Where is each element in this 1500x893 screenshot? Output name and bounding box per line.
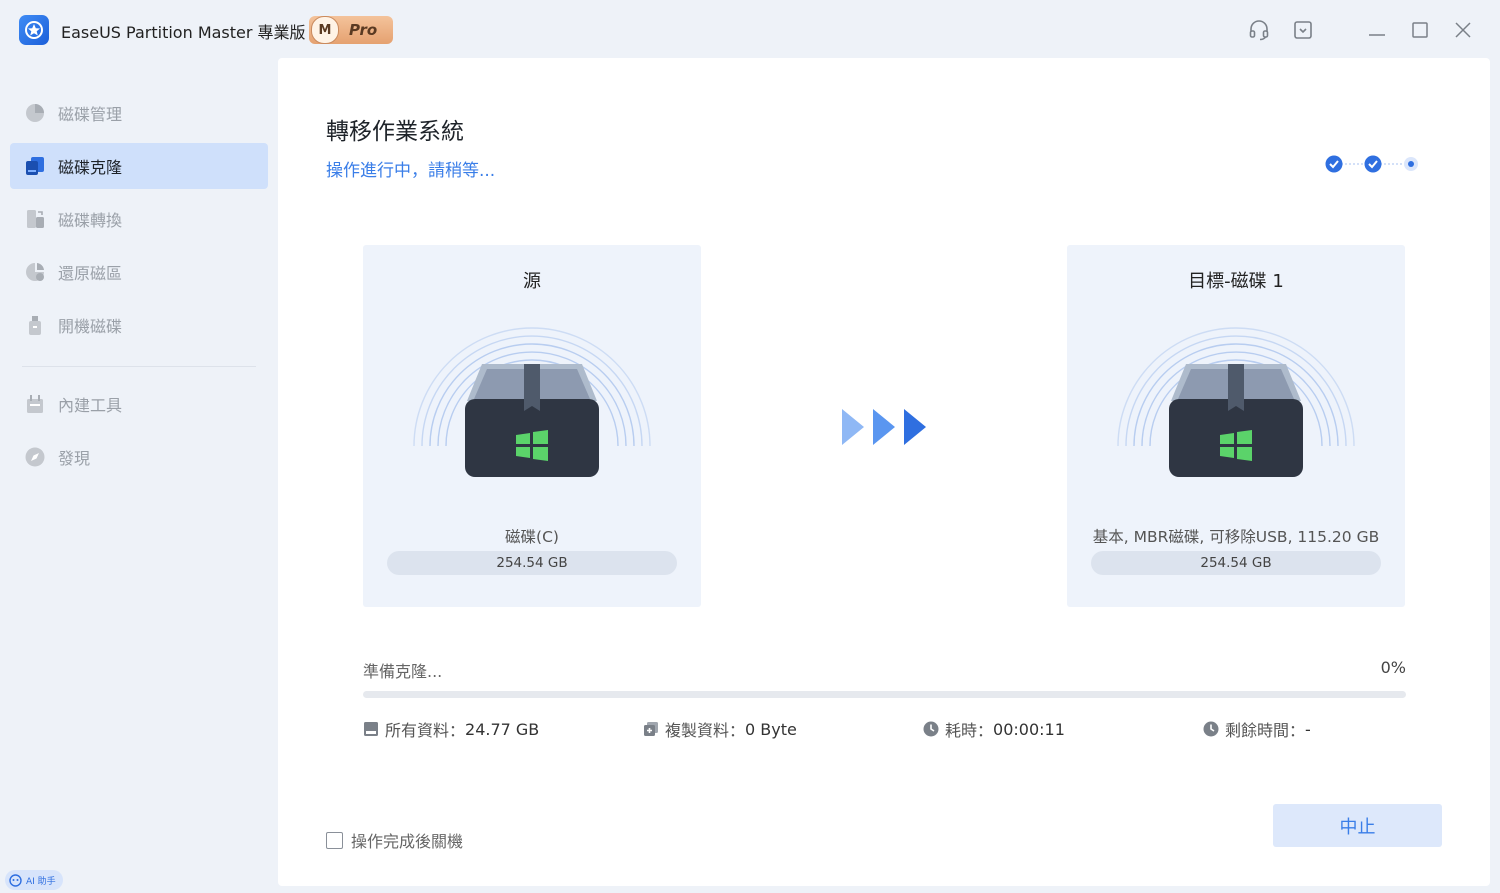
clock-icon bbox=[923, 721, 939, 737]
bootable-usb-icon bbox=[24, 314, 46, 336]
stat-label: 所有資料： bbox=[385, 721, 466, 740]
pie-chart-icon bbox=[24, 102, 46, 124]
sidebar-item-label: 開機磁碟 bbox=[58, 317, 123, 336]
target-disk-name: 基本, MBR磁碟, 可移除USB, 115.20 GB bbox=[1092, 528, 1380, 546]
sidebar-item-toolkit[interactable]: 內建工具 bbox=[10, 381, 268, 427]
title-bar: EaseUS Partition Master 專業版 M Pro bbox=[0, 0, 1500, 60]
stop-button[interactable]: 中止 bbox=[1273, 804, 1442, 847]
stat-copied-data: 複製資料： 0 Byte bbox=[643, 718, 797, 740]
sidebar-item-label: 磁碟克隆 bbox=[58, 158, 123, 177]
sidebar-item-partition-recovery[interactable]: 還原磁區 bbox=[10, 249, 268, 295]
sidebar-item-disk-convert[interactable]: 磁碟轉換 bbox=[10, 196, 268, 242]
source-disk-name: 磁碟(C) bbox=[505, 528, 559, 546]
target-disk-card: 目標-磁碟 1 基本, MBR磁碟, 可移除USB, 115.20 GB 254… bbox=[1067, 245, 1405, 607]
stat-label: 耗時： bbox=[945, 721, 994, 740]
ai-assistant-button[interactable]: AI 助手 bbox=[5, 870, 63, 890]
stat-value: 0 Byte bbox=[745, 719, 797, 739]
sidebar-item-label: 磁碟轉換 bbox=[58, 211, 123, 230]
sidebar-item-label: 內建工具 bbox=[58, 396, 123, 415]
status-label: 準備克隆... bbox=[363, 662, 443, 681]
sidebar-item-label: 磁碟管理 bbox=[58, 105, 123, 124]
maximize-icon[interactable] bbox=[1408, 18, 1432, 42]
step-indicator bbox=[1324, 154, 1424, 174]
sidebar-divider bbox=[22, 366, 256, 367]
step-done-icon bbox=[1364, 155, 1382, 173]
stat-value: 24.77 GB bbox=[465, 719, 540, 739]
app-logo-icon bbox=[19, 15, 49, 45]
minimize-icon[interactable] bbox=[1365, 18, 1389, 42]
sidebar-item-label: 還原磁區 bbox=[58, 264, 123, 283]
stat-elapsed-time: 耗時： 00:00:11 bbox=[923, 718, 1065, 740]
stat-label: 複製資料： bbox=[665, 721, 746, 740]
stat-value: 00:00:11 bbox=[993, 719, 1065, 739]
main-panel: 轉移作業系統 操作進行中，請稍等... 源 磁碟(C) 254.54 GB 目標… bbox=[278, 58, 1490, 886]
shutdown-after-option[interactable]: 操作完成後關機 bbox=[326, 828, 463, 852]
progress-percent: 0% bbox=[1380, 658, 1406, 677]
stat-value: - bbox=[1305, 719, 1311, 739]
sidebar-item-disk-clone[interactable]: 磁碟克隆 bbox=[10, 143, 268, 189]
sidebar-item-label: 發現 bbox=[58, 449, 91, 468]
convert-disk-icon bbox=[24, 208, 46, 230]
close-icon[interactable] bbox=[1451, 18, 1475, 42]
shutdown-checkbox[interactable] bbox=[326, 831, 343, 849]
pro-badge-label: Pro bbox=[349, 21, 378, 39]
sidebar-item-discover[interactable]: 發現 bbox=[10, 434, 268, 480]
page-title: 轉移作業系統 bbox=[326, 119, 464, 145]
stat-remaining-time: 剩餘時間： - bbox=[1203, 718, 1311, 740]
pro-badge: M Pro bbox=[309, 16, 393, 44]
sidebar-item-bootable-media[interactable]: 開機磁碟 bbox=[10, 302, 268, 348]
stat-label: 剩餘時間： bbox=[1225, 721, 1306, 740]
target-title: 目標-磁碟 1 bbox=[1188, 271, 1284, 292]
disk-box-icon bbox=[412, 311, 652, 501]
source-size-badge: 254.54 GB bbox=[387, 551, 677, 575]
compass-icon bbox=[24, 446, 46, 468]
ai-assistant-label: AI 助手 bbox=[26, 876, 56, 887]
progress-bar bbox=[363, 691, 1406, 698]
dropdown-box-icon[interactable] bbox=[1291, 18, 1315, 42]
target-size-badge: 254.54 GB bbox=[1091, 551, 1381, 575]
copy-icon bbox=[643, 721, 659, 737]
app-title: EaseUS Partition Master 專業版 bbox=[61, 23, 306, 42]
data-icon bbox=[363, 721, 379, 737]
toolbox-icon bbox=[24, 393, 46, 415]
step-current-icon bbox=[1404, 157, 1418, 171]
step-done-icon bbox=[1325, 155, 1343, 173]
recover-partition-icon bbox=[24, 261, 46, 283]
stat-total-data: 所有資料： 24.77 GB bbox=[363, 718, 539, 740]
clone-disk-icon bbox=[24, 155, 46, 177]
pro-badge-m: M bbox=[311, 16, 339, 44]
page-subtitle: 操作進行中，請稍等... bbox=[326, 161, 496, 181]
transfer-arrows-icon bbox=[840, 407, 930, 447]
source-disk-card: 源 磁碟(C) 254.54 GB bbox=[363, 245, 701, 607]
disk-box-icon bbox=[1116, 311, 1356, 501]
sidebar: 磁碟管理 磁碟克隆 磁碟轉換 還原磁區 開機磁碟 內建工具 發現 bbox=[0, 60, 278, 893]
source-title: 源 bbox=[523, 271, 541, 292]
shutdown-label: 操作完成後關機 bbox=[351, 832, 464, 851]
clock-icon bbox=[1203, 721, 1219, 737]
ai-icon bbox=[9, 873, 22, 887]
headset-icon[interactable] bbox=[1247, 18, 1271, 42]
sidebar-item-disk-management[interactable]: 磁碟管理 bbox=[10, 90, 268, 136]
